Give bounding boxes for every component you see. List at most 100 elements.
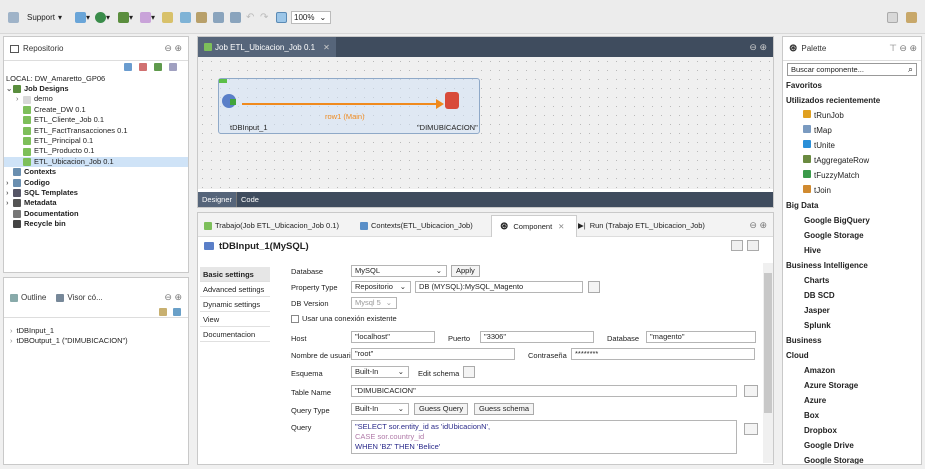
job-icon[interactable]: ▾ xyxy=(118,11,133,24)
settings-tab[interactable]: Documentacion xyxy=(200,327,270,342)
palette-item[interactable]: Splunk xyxy=(783,318,921,333)
row-link[interactable] xyxy=(242,103,440,105)
search-icon[interactable]: ▾ xyxy=(75,11,90,24)
existing-connection-checkbox[interactable] xyxy=(291,314,299,323)
palette-item[interactable]: Amazon xyxy=(783,363,921,378)
link-icon[interactable] xyxy=(154,63,162,71)
vertical-scrollbar[interactable] xyxy=(763,263,773,463)
tab-trabajo[interactable]: Trabajo(Job ETL_Ubicacion_Job 0.1) xyxy=(204,221,339,230)
palette-item[interactable]: Box xyxy=(783,408,921,423)
job-tab[interactable]: Job ETL_Ubicacion_Job 0.1 ✕ xyxy=(198,37,336,57)
settings-tab[interactable]: Dynamic settings xyxy=(200,297,270,312)
filter-icon[interactable] xyxy=(139,63,147,71)
schema-select[interactable]: Built-In ⌄ xyxy=(351,366,409,378)
support-menu[interactable]: Support ▾ xyxy=(27,11,62,24)
table-name-input[interactable]: "DIMUBICACION" xyxy=(351,385,737,397)
edit-schema-button[interactable] xyxy=(463,366,475,378)
property-repository-field[interactable]: DB (MYSQL):MySQL_Magento xyxy=(415,281,583,293)
edit-icon[interactable]: ▾ xyxy=(140,11,155,24)
tab-component[interactable]: ⊛ Component ✕ xyxy=(491,215,578,237)
menu-icon[interactable] xyxy=(169,63,177,71)
repo-tree-item[interactable]: Contexts xyxy=(4,167,188,177)
minimize-icon[interactable]: ⊖ ⊕ xyxy=(164,43,182,54)
outline-sort-icon[interactable] xyxy=(173,308,181,316)
palette-item[interactable]: Business xyxy=(783,333,921,348)
repo-tree-item[interactable]: ETL_Ubicacion_Job 0.1 xyxy=(4,156,188,168)
repo-tree-item[interactable]: Create_DW 0.1 xyxy=(4,105,188,115)
palette-item[interactable]: tFuzzyMatch xyxy=(783,168,921,183)
palette-item[interactable]: Big Data xyxy=(783,198,921,213)
palette-item[interactable]: Google BigQuery xyxy=(783,213,921,228)
property-type-select[interactable]: Repositorio ⌄ xyxy=(351,281,411,293)
search-icon[interactable]: ⌕ xyxy=(908,64,913,75)
password-input[interactable]: ******** xyxy=(571,348,755,360)
tdboutput-icon[interactable] xyxy=(445,92,459,109)
query-edit-button[interactable] xyxy=(744,423,758,435)
view-grid-icon[interactable] xyxy=(731,240,743,251)
editor-minimize-icon[interactable]: ⊖ ⊕ xyxy=(749,42,767,53)
redo-icon[interactable]: ↷ xyxy=(260,11,268,24)
tab-code[interactable]: Code xyxy=(236,192,263,207)
palette-item[interactable]: Cloud xyxy=(783,348,921,363)
table-browse-button[interactable] xyxy=(744,385,758,397)
palette-item[interactable]: tMap xyxy=(783,123,921,138)
repo-tree-item[interactable]: Recycle bin xyxy=(4,219,188,229)
palette-item[interactable]: Google Storage xyxy=(783,228,921,243)
tab-outline[interactable]: Outline xyxy=(21,293,46,302)
username-input[interactable]: "root" xyxy=(351,348,515,360)
tdbinput-label[interactable]: tDBInput_1 xyxy=(230,123,268,132)
outline-minimize-icon[interactable]: ⊖ ⊕ xyxy=(164,292,182,303)
tab-run[interactable]: ▶| Run (Trabajo ETL_Ubicacion_Job) xyxy=(578,221,705,230)
scrollbar-thumb[interactable] xyxy=(764,273,772,413)
repo-tree-item[interactable]: › demo xyxy=(4,94,188,104)
palette-settings-icon[interactable]: ⊤ ⊖ ⊕ xyxy=(889,43,917,54)
palette-item[interactable]: tUnite xyxy=(783,138,921,153)
repo-tree-item[interactable]: › Metadata xyxy=(4,198,188,208)
repo-tree-item[interactable]: ETL_Producto 0.1 xyxy=(4,146,188,156)
repo-tree-item[interactable]: ETL_Cliente_Job 0.1 xyxy=(4,115,188,125)
zoom-select[interactable]: 100% ⌄ xyxy=(291,11,332,24)
property-browse-button[interactable] xyxy=(588,281,600,293)
query-type-select[interactable]: Built-In ⌄ xyxy=(351,403,409,415)
port-input[interactable]: "3306" xyxy=(480,331,594,343)
perspective-2-icon[interactable] xyxy=(906,11,917,24)
component-minimize-icon[interactable]: ⊖ ⊕ xyxy=(749,220,767,231)
save-icon[interactable] xyxy=(8,11,19,24)
palette-item[interactable]: Google Storage xyxy=(783,453,921,464)
view-list-icon[interactable] xyxy=(747,240,759,251)
palette-item[interactable]: Dropbox xyxy=(783,423,921,438)
repo-tree-item[interactable]: › SQL Templates xyxy=(4,188,188,198)
import-icon[interactable] xyxy=(213,11,224,24)
palette-item[interactable]: tAggregateRow xyxy=(783,153,921,168)
db-name-input[interactable]: "magento" xyxy=(646,331,756,343)
tab-designer[interactable]: Designer xyxy=(198,192,237,207)
palette-item[interactable]: Hive xyxy=(783,243,921,258)
guess-query-button[interactable]: Guess Query xyxy=(414,403,469,415)
repo-tree-item[interactable]: ETL_FactTransacciones 0.1 xyxy=(4,126,188,136)
guess-schema-button[interactable]: Guess schema xyxy=(474,403,535,415)
settings-tab[interactable]: View xyxy=(200,312,270,327)
outline-filter-icon[interactable] xyxy=(159,308,167,316)
repo-tree-item[interactable]: Documentation xyxy=(4,209,188,219)
collapse-icon[interactable] xyxy=(124,63,132,71)
outline-item[interactable]: › tDBOutput_1 ("DIMUBICACION") xyxy=(10,336,188,346)
pencil-icon[interactable] xyxy=(162,11,173,24)
palette-item[interactable]: tJoin xyxy=(783,183,921,198)
apply-button[interactable]: Apply xyxy=(451,265,480,277)
undo-icon[interactable]: ↶ xyxy=(246,11,254,24)
close-icon[interactable]: ✕ xyxy=(323,43,330,52)
palette-item[interactable]: Favoritos xyxy=(783,78,921,93)
settings-tab[interactable]: Advanced settings xyxy=(200,282,270,297)
db-version-select[interactable]: Mysql 5 ⌄ xyxy=(351,297,397,309)
row-link-label[interactable]: row1 (Main) xyxy=(325,112,365,121)
palette-item[interactable]: Utilizados recientemente xyxy=(783,93,921,108)
palette-item[interactable]: Google Drive xyxy=(783,438,921,453)
palette-item[interactable]: DB SCD xyxy=(783,288,921,303)
image-icon[interactable] xyxy=(180,11,191,24)
fit-icon[interactable] xyxy=(276,11,287,24)
palette-item[interactable]: Azure xyxy=(783,393,921,408)
export-icon[interactable] xyxy=(196,11,207,24)
tab-contexts[interactable]: Contexts(ETL_Ubicacion_Job) xyxy=(360,221,473,230)
repo-tree-item[interactable]: › Codigo xyxy=(4,178,188,188)
palette-item[interactable]: Business Intelligence xyxy=(783,258,921,273)
